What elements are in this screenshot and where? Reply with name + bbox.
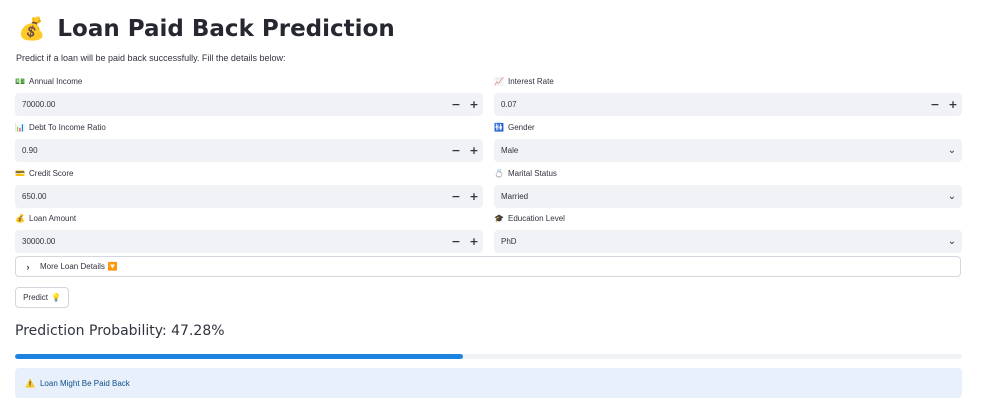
annual-income-value[interactable]: 70000.00 <box>15 100 447 109</box>
expander-label: More Loan Details <box>40 262 105 271</box>
light-bulb-icon: 💡 <box>50 293 61 302</box>
interest-rate-label: Interest Rate <box>508 76 554 86</box>
warning-icon: ⚠️ <box>25 378 35 388</box>
annual-income-decrement-button[interactable]: − <box>447 98 465 111</box>
predict-button[interactable]: Predict 💡 <box>15 287 69 308</box>
chevron-down-icon[interactable]: ⌄ <box>942 236 962 247</box>
debt-to-income-increment-button[interactable]: + <box>465 144 483 157</box>
chevron-down-icon[interactable]: ⌄ <box>942 191 962 202</box>
bar-chart-icon: 📊 <box>15 122 25 132</box>
debt-to-income-input[interactable]: 0.90 − + <box>15 139 483 162</box>
education-level-select[interactable]: PhD ⌄ <box>494 230 962 253</box>
probability-progress-bar <box>15 354 962 359</box>
chevron-right-icon[interactable]: › <box>16 262 40 272</box>
gender-select[interactable]: Male ⌄ <box>494 139 962 162</box>
credit-score-decrement-button[interactable]: − <box>447 190 465 203</box>
credit-card-icon: 💳 <box>15 168 25 178</box>
debt-to-income-decrement-button[interactable]: − <box>447 144 465 157</box>
gender-value[interactable]: Male <box>494 146 942 155</box>
ring-icon: 💍 <box>494 168 504 178</box>
dollar-bill-icon: 💵 <box>15 76 25 86</box>
restroom-icon: 🚻 <box>494 122 504 132</box>
marital-status-field: 💍 Marital Status Married ⌄ <box>494 167 962 208</box>
loan-amount-label: Loan Amount <box>29 213 77 223</box>
loan-amount-field: 💰 Loan Amount 30000.00 − + <box>15 212 483 253</box>
page-title-text: Loan Paid Back Prediction <box>57 16 395 42</box>
annual-income-field: 💵 Annual Income 70000.00 − + <box>15 75 483 116</box>
education-level-label: Education Level <box>508 213 565 223</box>
interest-rate-value[interactable]: 0.07 <box>494 100 926 109</box>
credit-score-value[interactable]: 650.00 <box>15 192 447 201</box>
credit-score-input[interactable]: 650.00 − + <box>15 185 483 208</box>
annual-income-label: Annual Income <box>29 76 83 86</box>
result-alert: ⚠️ Loan Might Be Paid Back <box>15 368 962 398</box>
marital-status-value[interactable]: Married <box>494 192 942 201</box>
education-level-field: 🎓 Education Level PhD ⌄ <box>494 212 962 253</box>
interest-rate-increment-button[interactable]: + <box>944 98 962 111</box>
annual-income-input[interactable]: 70000.00 − + <box>15 93 483 116</box>
debt-to-income-field: 📊 Debt To Income Ratio 0.90 − + <box>15 121 483 162</box>
debt-to-income-label: Debt To Income Ratio <box>29 122 106 132</box>
progress-bar-fill <box>15 354 463 359</box>
money-bag-icon: 💰 <box>18 16 46 42</box>
gender-label: Gender <box>508 122 535 132</box>
loan-amount-increment-button[interactable]: + <box>465 235 483 248</box>
loan-amount-value[interactable]: 30000.00 <box>15 237 447 246</box>
marital-status-label: Marital Status <box>508 168 557 178</box>
interest-rate-decrement-button[interactable]: − <box>926 98 944 111</box>
loan-amount-input[interactable]: 30000.00 − + <box>15 230 483 253</box>
more-loan-details-expander[interactable]: › More Loan Details 🔽 <box>15 256 961 277</box>
annual-income-increment-button[interactable]: + <box>465 98 483 111</box>
alert-text: Loan Might Be Paid Back <box>39 378 130 388</box>
credit-score-field: 💳 Credit Score 650.00 − + <box>15 167 483 208</box>
prediction-probability-heading: Prediction Probability: 47.28% <box>15 323 225 339</box>
predict-button-label: Predict <box>23 293 48 302</box>
money-bag-icon: 💰 <box>15 213 25 223</box>
page-title: 💰 Loan Paid Back Prediction <box>18 12 395 46</box>
education-level-value[interactable]: PhD <box>494 237 942 246</box>
interest-rate-input[interactable]: 0.07 − + <box>494 93 962 116</box>
gender-field: 🚻 Gender Male ⌄ <box>494 121 962 162</box>
down-arrow-button-icon: 🔽 <box>107 262 118 271</box>
chevron-down-icon[interactable]: ⌄ <box>942 145 962 156</box>
chart-increasing-icon: 📈 <box>494 76 504 86</box>
debt-to-income-value[interactable]: 0.90 <box>15 146 447 155</box>
page-subtitle: Predict if a loan will be paid back succ… <box>16 53 286 63</box>
credit-score-increment-button[interactable]: + <box>465 190 483 203</box>
loan-amount-decrement-button[interactable]: − <box>447 235 465 248</box>
credit-score-label: Credit Score <box>29 168 74 178</box>
interest-rate-field: 📈 Interest Rate 0.07 − + <box>494 75 962 116</box>
marital-status-select[interactable]: Married ⌄ <box>494 185 962 208</box>
graduation-cap-icon: 🎓 <box>494 213 504 223</box>
